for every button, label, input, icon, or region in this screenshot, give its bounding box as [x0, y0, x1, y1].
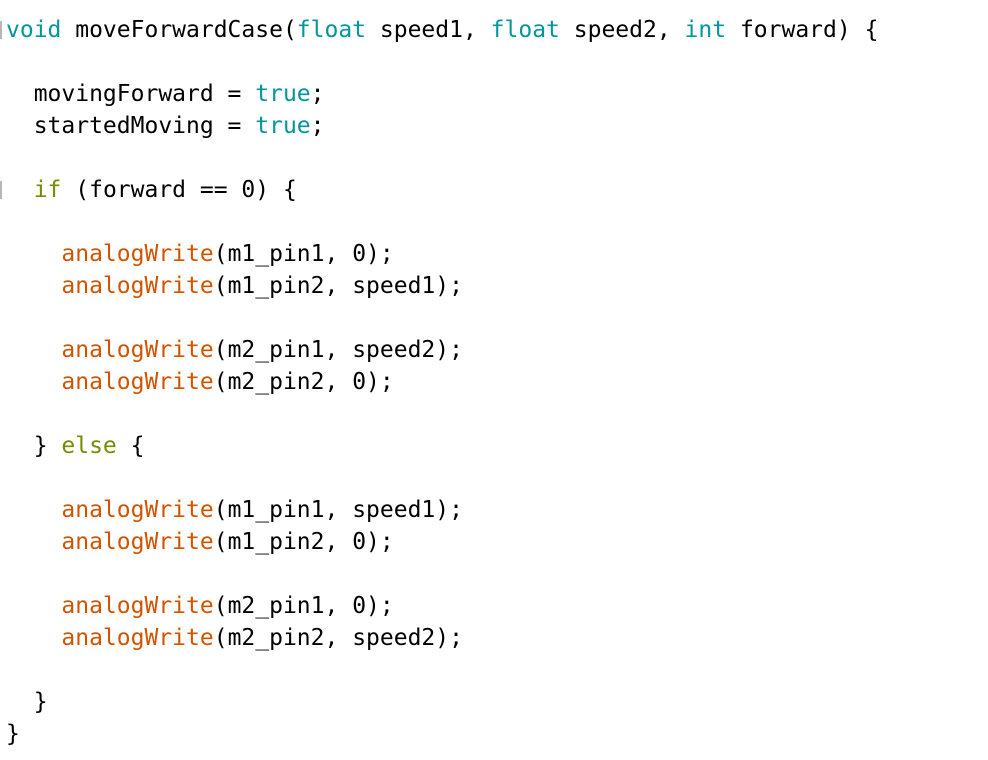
code-line[interactable]: [6, 46, 878, 78]
code-token: ;: [310, 113, 325, 139]
code-token: moveForwardCase(: [61, 17, 297, 43]
code-token: analogWrite: [61, 337, 214, 363]
code-token: speed2,: [559, 17, 685, 43]
code-token: (m1_pin2, speed1);: [213, 273, 463, 299]
code-line[interactable]: analogWrite(m1_pin1, speed1);: [6, 494, 878, 526]
code-token: if: [33, 177, 62, 203]
code-token: analogWrite: [61, 593, 214, 619]
code-line[interactable]: startedMoving = true;: [6, 110, 878, 142]
code-line[interactable]: [6, 302, 878, 334]
code-line[interactable]: [6, 654, 878, 686]
code-editor[interactable]: void moveForwardCase(float speed1, float…: [0, 0, 988, 760]
code-line[interactable]: [6, 558, 878, 590]
code-token: {: [116, 433, 145, 459]
code-line[interactable]: if (forward == 0) {: [6, 174, 878, 206]
fold-marker-function[interactable]: [0, 21, 2, 39]
code-token: (forward == 0) {: [61, 177, 297, 203]
code-token: ;: [310, 81, 325, 107]
code-token: (m2_pin2, speed2);: [213, 625, 463, 651]
code-token: true: [255, 113, 311, 139]
code-line[interactable]: analogWrite(m1_pin2, 0);: [6, 526, 878, 558]
code-token: void: [6, 17, 62, 43]
code-line[interactable]: analogWrite(m2_pin2, 0);: [6, 366, 878, 398]
code-token: (m2_pin2, 0);: [213, 369, 394, 395]
code-line[interactable]: analogWrite(m2_pin1, 0);: [6, 590, 878, 622]
code-token: (m1_pin1, speed1);: [213, 497, 463, 523]
code-token: }: [6, 689, 48, 715]
code-token: int: [684, 17, 727, 43]
code-line[interactable]: void moveForwardCase(float speed1, float…: [6, 14, 878, 46]
code-text[interactable]: void moveForwardCase(float speed1, float…: [6, 14, 878, 750]
code-line[interactable]: [6, 398, 878, 430]
code-token: else: [61, 433, 117, 459]
code-line[interactable]: analogWrite(m1_pin1, 0);: [6, 238, 878, 270]
code-line[interactable]: }: [6, 686, 878, 718]
code-line[interactable]: } else {: [6, 430, 878, 462]
code-token: movingForward =: [6, 81, 256, 107]
code-line[interactable]: [6, 142, 878, 174]
code-token: analogWrite: [61, 273, 214, 299]
code-token: speed1,: [366, 17, 491, 43]
code-line[interactable]: }: [6, 718, 878, 750]
code-line[interactable]: movingForward = true;: [6, 78, 878, 110]
code-line[interactable]: analogWrite(m2_pin1, speed2);: [6, 334, 878, 366]
fold-marker-if[interactable]: [0, 181, 2, 199]
code-token: analogWrite: [61, 369, 214, 395]
code-token: }: [6, 721, 20, 747]
code-line[interactable]: [6, 462, 878, 494]
code-token: }: [6, 433, 62, 459]
code-token: (m1_pin1, 0);: [213, 241, 394, 267]
code-token: float: [490, 17, 560, 43]
code-token: (m2_pin1, 0);: [213, 593, 394, 619]
code-line[interactable]: analogWrite(m2_pin2, speed2);: [6, 622, 878, 654]
code-token: analogWrite: [61, 497, 214, 523]
code-token: float: [296, 17, 367, 43]
fold-gutter: [0, 0, 4, 760]
code-token: true: [255, 81, 311, 107]
code-token: forward) {: [726, 17, 879, 43]
code-token: startedMoving =: [6, 113, 256, 139]
code-token: analogWrite: [61, 529, 214, 555]
code-token: analogWrite: [61, 241, 214, 267]
code-token: (m2_pin1, speed2);: [213, 337, 463, 363]
code-line[interactable]: analogWrite(m1_pin2, speed1);: [6, 270, 878, 302]
code-token: analogWrite: [61, 625, 214, 651]
code-line[interactable]: [6, 206, 878, 238]
code-token: (m1_pin2, 0);: [213, 529, 394, 555]
